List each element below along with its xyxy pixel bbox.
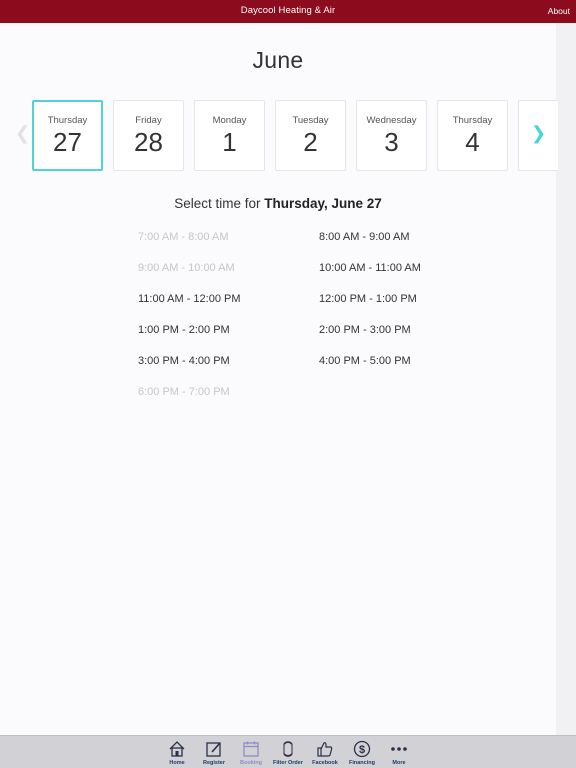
tab-more[interactable]: More [380,739,418,766]
tab-label: More [392,760,406,766]
day-number: 27 [53,127,82,157]
day-name: Wednesday [366,115,417,126]
day-name: Thursday [47,115,88,126]
home-icon [158,739,196,759]
tab-bar: Home Register Booking Filter Order Faceb… [0,735,576,768]
register-icon [195,739,233,759]
time-slot-unavailable: 6:00 PM - 7:00 PM [138,386,230,398]
time-slot[interactable]: 2:00 PM - 3:00 PM [319,324,411,336]
day-number: 4 [465,127,480,157]
day-card[interactable]: Monday 1 [194,100,265,171]
thumbs-up-icon [306,739,344,759]
tab-label: Filter Order [273,760,303,766]
day-card[interactable]: Wednesday 3 [356,100,427,171]
day-card-selected[interactable]: Thursday 27 [32,100,103,171]
svg-text:$: $ [359,744,365,756]
top-bar: Daycool Heating & Air About [0,0,576,23]
time-slot[interactable]: 4:00 PM - 5:00 PM [319,355,411,367]
day-card[interactable]: Tuesday 2 [275,100,346,171]
day-name: Thursday [452,115,493,126]
day-number: 28 [134,127,163,157]
filter-icon [269,739,307,759]
day-number: 2 [303,127,318,157]
time-slot[interactable]: 8:00 AM - 9:00 AM [319,231,410,243]
calendar-icon [232,739,270,759]
day-card[interactable]: Friday 28 [113,100,184,171]
time-slot[interactable]: 3:00 PM - 4:00 PM [138,355,230,367]
month-title: June [252,47,304,73]
selected-date: Thursday, June 27 [264,196,382,211]
day-number: 3 [384,127,399,157]
time-slot-unavailable: 7:00 AM - 8:00 AM [138,231,229,243]
tab-filter-order[interactable]: Filter Order [269,739,307,766]
tab-financing[interactable]: $ Financing [343,739,381,766]
more-icon [380,739,418,759]
time-slot[interactable]: 12:00 PM - 1:00 PM [319,293,417,305]
tab-facebook[interactable]: Facebook [306,739,344,766]
day-card[interactable]: Thursday 4 [437,100,508,171]
about-link[interactable]: About [548,6,570,16]
dollar-icon: $ [343,739,381,759]
prev-arrow-icon[interactable]: ❮ [15,123,30,144]
tab-label: Financing [349,760,375,766]
time-slot[interactable]: 10:00 AM - 11:00 AM [319,262,421,274]
time-slot[interactable]: 1:00 PM - 2:00 PM [138,324,230,336]
day-name: Friday [135,115,162,126]
tab-label: Home [169,760,185,766]
day-number: 1 [222,127,237,157]
time-slot-unavailable: 9:00 AM - 10:00 AM [138,262,235,274]
next-arrow-icon[interactable]: ❯ [531,123,546,144]
tab-label: Facebook [312,760,338,766]
booking-content: June ❮ Thursday 27 Friday 28 Monday 1 Tu… [0,23,558,735]
tab-label: Booking [240,760,262,766]
select-time-prefix: Select time for [174,196,261,211]
time-slot[interactable]: 11:00 AM - 12:00 PM [138,293,241,305]
tab-booking[interactable]: Booking [232,739,270,766]
day-name: Tuesday [292,115,329,126]
tab-register[interactable]: Register [195,739,233,766]
day-name: Monday [212,115,247,126]
app-title: Daycool Heating & Air [240,5,336,16]
tab-label: Register [202,760,225,766]
select-time-heading: Select time for Thursday, June 27 [0,196,556,211]
tab-home[interactable]: Home [158,739,196,766]
